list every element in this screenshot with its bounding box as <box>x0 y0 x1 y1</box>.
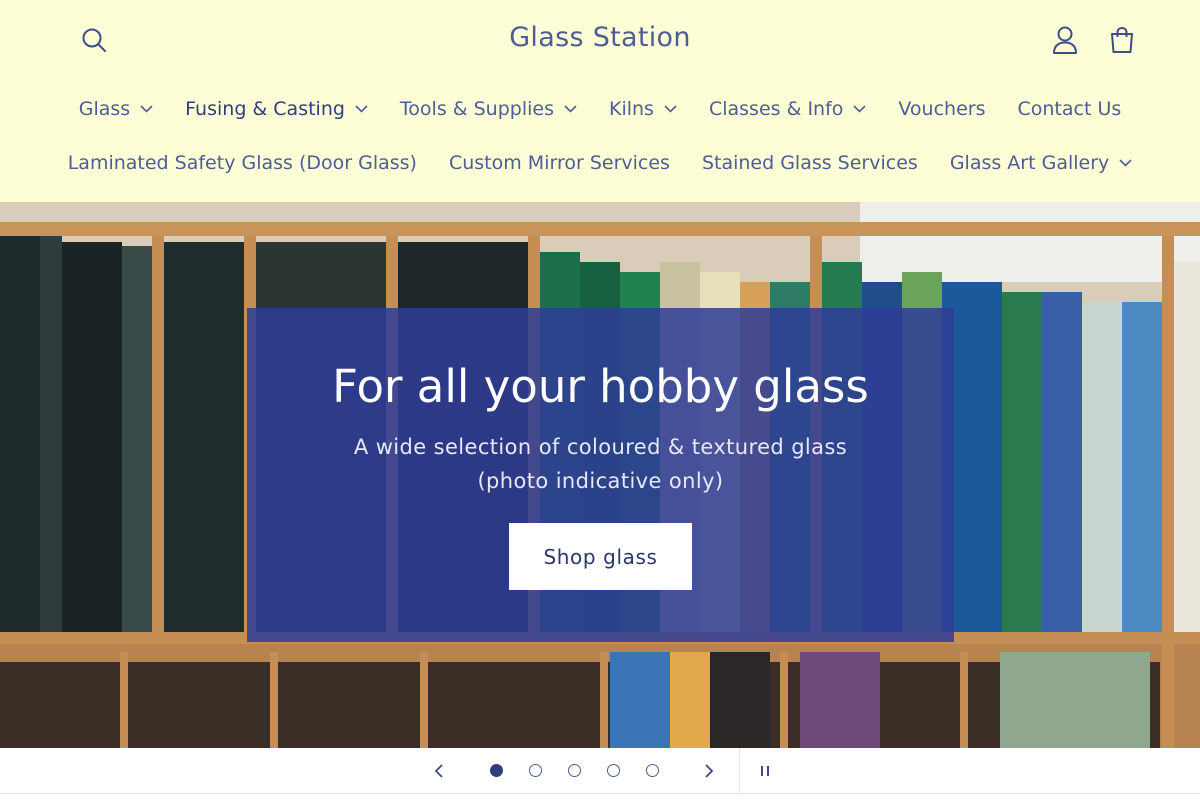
nav-item-label: Stained Glass Services <box>701 152 918 174</box>
site-logo[interactable]: Glass Station <box>400 22 800 53</box>
account-button[interactable] <box>1045 20 1085 60</box>
nav-item-kilns[interactable]: Kilns <box>593 98 693 120</box>
nav-item-label: Fusing & Casting <box>185 98 345 120</box>
cart-button[interactable] <box>1102 20 1142 60</box>
search-button[interactable] <box>74 20 114 60</box>
nav-item-label: Classes & Info <box>708 98 844 120</box>
controls-divider <box>739 748 740 794</box>
pause-icon <box>761 766 769 776</box>
hero-text-panel: For all your hobby glass A wide selectio… <box>247 308 954 642</box>
nav-item-glass-art-gallery[interactable]: Glass Art Gallery <box>934 152 1148 174</box>
search-icon <box>82 28 106 52</box>
pause-slideshow-button[interactable] <box>750 756 780 786</box>
chevron-right-icon <box>705 764 714 778</box>
main-nav-row-1: Glass Fusing & Casting Tools & Supplies … <box>0 92 1200 126</box>
chevron-down-icon <box>140 105 153 113</box>
hero-slideshow: For all your hobby glass A wide selectio… <box>0 202 1200 748</box>
nav-item-glass[interactable]: Glass <box>63 98 169 120</box>
chevron-down-icon <box>664 105 677 113</box>
account-icon <box>1053 26 1077 54</box>
slide-dot-3[interactable] <box>568 764 581 777</box>
nav-item-label: Tools & Supplies <box>399 98 554 120</box>
site-header: Glass Station Glass Fusing & Casting Too… <box>0 0 1200 202</box>
hero-title: For all your hobby glass <box>332 360 869 413</box>
cart-icon <box>1111 26 1133 53</box>
nav-item-label: Glass Art Gallery <box>949 152 1110 174</box>
chevron-down-icon <box>853 105 866 113</box>
nav-item-label: Glass <box>78 98 131 120</box>
nav-item-custom-mirror-services[interactable]: Custom Mirror Services <box>433 152 686 174</box>
slide-dot-5[interactable] <box>646 764 659 777</box>
chevron-down-icon <box>1119 159 1132 167</box>
slide-dot-2[interactable] <box>529 764 542 777</box>
chevron-down-icon <box>564 105 577 113</box>
nav-item-label: Contact Us <box>1017 98 1122 120</box>
nav-item-tools-supplies[interactable]: Tools & Supplies <box>384 98 593 120</box>
chevron-left-icon <box>434 764 443 778</box>
nav-item-laminated-safety-glass[interactable]: Laminated Safety Glass (Door Glass) <box>52 152 433 174</box>
hero-subtitle: A wide selection of coloured & textured … <box>353 435 848 493</box>
nav-item-classes-info[interactable]: Classes & Info <box>693 98 882 120</box>
nav-item-vouchers[interactable]: Vouchers <box>882 98 1001 120</box>
chevron-down-icon <box>355 105 368 113</box>
nav-item-label: Kilns <box>609 98 654 120</box>
nav-item-label: Vouchers <box>898 98 986 120</box>
slideshow-controls <box>0 748 1200 794</box>
next-slide-button[interactable] <box>694 756 724 786</box>
nav-item-contact-us[interactable]: Contact Us <box>1001 98 1137 120</box>
main-nav-row-2: Laminated Safety Glass (Door Glass) Cust… <box>0 146 1200 180</box>
nav-item-fusing-casting[interactable]: Fusing & Casting <box>169 98 384 120</box>
slide-dot-4[interactable] <box>607 764 620 777</box>
nav-item-label: Custom Mirror Services <box>448 152 670 174</box>
nav-item-stained-glass-services[interactable]: Stained Glass Services <box>686 152 934 174</box>
previous-slide-button[interactable] <box>424 756 454 786</box>
nav-item-label: Laminated Safety Glass (Door Glass) <box>67 152 417 174</box>
shop-glass-button[interactable]: Shop glass <box>509 523 692 590</box>
slide-dot-1[interactable] <box>490 764 503 777</box>
